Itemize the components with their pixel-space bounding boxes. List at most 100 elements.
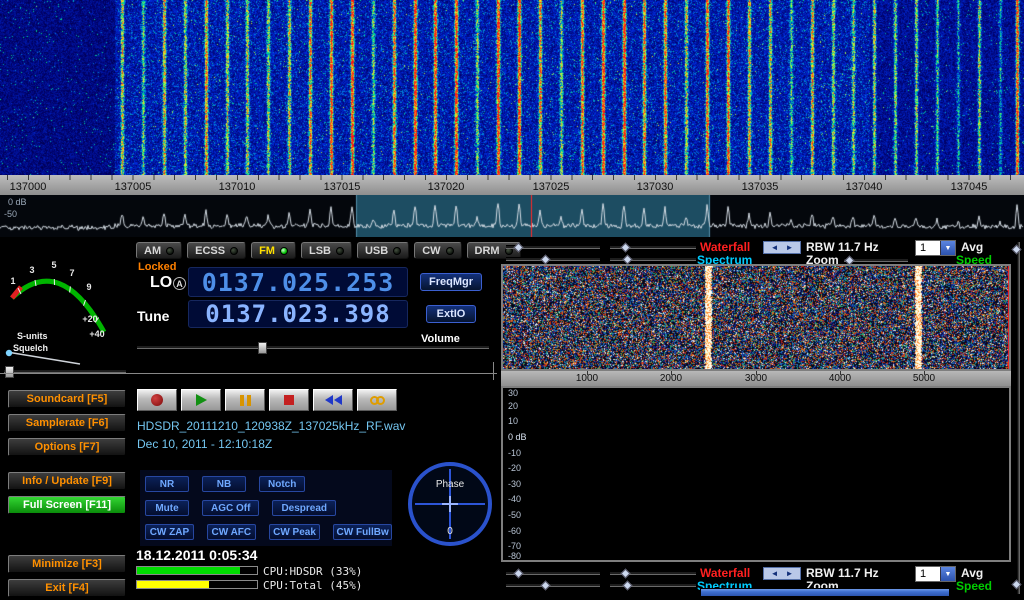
ruler-label: 137040 (834, 181, 894, 193)
db-label: 20 (508, 401, 518, 411)
notch-button[interactable]: Notch (259, 476, 305, 492)
main-waterfall-display[interactable] (0, 0, 1024, 175)
slider-handle[interactable] (514, 243, 524, 253)
ruler-label: 137000 (0, 181, 58, 193)
dropdown-arrow-icon[interactable]: ▼ (940, 567, 955, 581)
exit-button[interactable]: Exit [F4] (8, 579, 126, 597)
despread-button[interactable]: Despread (272, 500, 336, 516)
dropdown-arrow-icon[interactable]: ▼ (940, 241, 955, 255)
axis-label: 5000 (902, 373, 946, 384)
stop-button[interactable] (269, 389, 309, 411)
cw-afc-button[interactable]: CW AFC (207, 524, 256, 540)
record-icon (151, 394, 163, 406)
s-meter: 1 3 5 7 9 +20 +40 S-units Squelch (2, 240, 130, 366)
samplerate-button[interactable]: Samplerate [F6] (8, 414, 126, 432)
zoom-range-slider[interactable] (700, 588, 950, 597)
extio-button[interactable]: ExtIO (426, 305, 476, 323)
rbw-label: RBW 11.7 Hz (806, 240, 879, 254)
squelch-slider-handle[interactable] (5, 366, 14, 378)
frequency-ruler[interactable]: 137000 137005 137010 137015 137020 13702… (0, 175, 1024, 195)
mode-button-lsb[interactable]: LSB (301, 242, 352, 259)
dsp-button-panel: NR NB Notch Mute AGC Off Despread CW ZAP… (140, 470, 392, 546)
main-spectrum-display[interactable] (0, 195, 1024, 237)
mode-button-usb[interactable]: USB (357, 242, 409, 259)
spectrum-contrast-slider[interactable] (506, 583, 600, 587)
avg-select-value: 1 (916, 567, 940, 581)
mode-led (280, 247, 288, 255)
slider-handle[interactable] (623, 581, 633, 591)
nb-button[interactable]: NB (202, 476, 246, 492)
loop-button[interactable] (357, 389, 397, 411)
rbw-label: RBW 11.7 Hz (806, 566, 879, 580)
ruler-ticks (7, 175, 1019, 180)
mode-button-fm[interactable]: FM (251, 242, 296, 259)
mute-button[interactable]: Mute (145, 500, 189, 516)
ruler-label: 137045 (939, 181, 999, 193)
waterfall-offset-slider[interactable] (610, 571, 696, 575)
right-arrow-icon: ► (786, 244, 794, 252)
waterfall-offset-slider[interactable] (610, 245, 696, 249)
agc-button[interactable]: AGC Off (202, 500, 259, 516)
cw-peak-button[interactable]: CW Peak (269, 524, 320, 540)
tune-label: Tune (137, 308, 169, 324)
waterfall-contrast-slider[interactable] (506, 245, 600, 249)
phase-value: 0 (412, 526, 488, 537)
zoom-slider[interactable] (844, 258, 908, 262)
spectrum-contrast-slider[interactable] (506, 257, 600, 261)
rewind-button[interactable] (313, 389, 353, 411)
nr-button[interactable]: NR (145, 476, 189, 492)
avg-select[interactable]: 1 ▼ (915, 240, 956, 256)
squelch-label: Squelch (13, 343, 48, 353)
slider-handle[interactable] (621, 243, 631, 253)
zoom-frequency-axis[interactable]: 1000 2000 3000 4000 5000 (501, 371, 1011, 386)
slider-handle[interactable] (514, 569, 524, 579)
s-meter-needle (7, 352, 80, 364)
play-button[interactable] (181, 389, 221, 411)
left-arrow-icon: ◄ (771, 244, 779, 252)
freqmgr-button[interactable]: FreqMgr (420, 273, 482, 291)
slider-handle[interactable] (623, 255, 633, 265)
waterfall-contrast-slider[interactable] (506, 571, 600, 575)
mode-label: CW (422, 245, 440, 257)
db-label: -70 (508, 541, 521, 551)
fullscreen-button[interactable]: Full Screen [F11] (8, 496, 126, 514)
minimize-button[interactable]: Minimize [F3] (8, 555, 126, 573)
cw-zap-button[interactable]: CW ZAP (145, 524, 194, 540)
zoom-waterfall-display[interactable] (503, 266, 1009, 369)
mode-button-am[interactable]: AM (136, 242, 182, 259)
slider-handle[interactable] (541, 255, 551, 265)
slider-handle[interactable] (541, 581, 551, 591)
mode-led (166, 247, 174, 255)
slider-handle[interactable] (621, 569, 631, 579)
options-button[interactable]: Options [F7] (8, 438, 126, 456)
soundcard-button[interactable]: Soundcard [F5] (8, 390, 126, 408)
zoom-spectrum-frame: 30 20 10 0 dB -10 -20 -30 -40 -50 -60 -7… (501, 386, 1011, 562)
shift-arrows-button[interactable]: ◄ ► (763, 567, 801, 580)
spectrum-offset-slider[interactable] (610, 583, 696, 587)
axis-label: 1000 (565, 373, 609, 384)
cw-fullbw-button[interactable]: CW FullBw (333, 524, 392, 540)
avg-select[interactable]: 1 ▼ (915, 566, 956, 582)
cpu-hdsdr-bar (136, 566, 258, 575)
panel-divider-tick (493, 362, 494, 380)
pause-icon (240, 395, 251, 406)
volume-slider[interactable] (137, 345, 489, 349)
spectrum-offset-slider[interactable] (610, 257, 696, 261)
pause-button[interactable] (225, 389, 265, 411)
s-meter-plus20: +20 (82, 314, 97, 324)
mode-button-ecss[interactable]: ECSS (187, 242, 246, 259)
lo-a-badge-icon[interactable]: A (173, 277, 186, 290)
ruler-label: 137010 (207, 181, 267, 193)
shift-arrows-button[interactable]: ◄ ► (763, 241, 801, 254)
volume-slider-handle[interactable] (258, 342, 267, 354)
mode-button-cw[interactable]: CW (414, 242, 461, 259)
axis-label: 2000 (649, 373, 693, 384)
right-arrow-icon: ► (786, 570, 794, 578)
right-edge-slider[interactable] (1017, 242, 1020, 594)
info-update-button[interactable]: Info / Update [F9] (8, 472, 126, 490)
speed-label: Speed (956, 579, 992, 593)
tune-frequency-display[interactable]: 0137.023.398 (188, 300, 408, 328)
record-button[interactable] (137, 389, 177, 411)
db-label: -80 (508, 551, 521, 561)
lo-frequency-display[interactable]: 0137.025.253 (188, 267, 408, 297)
